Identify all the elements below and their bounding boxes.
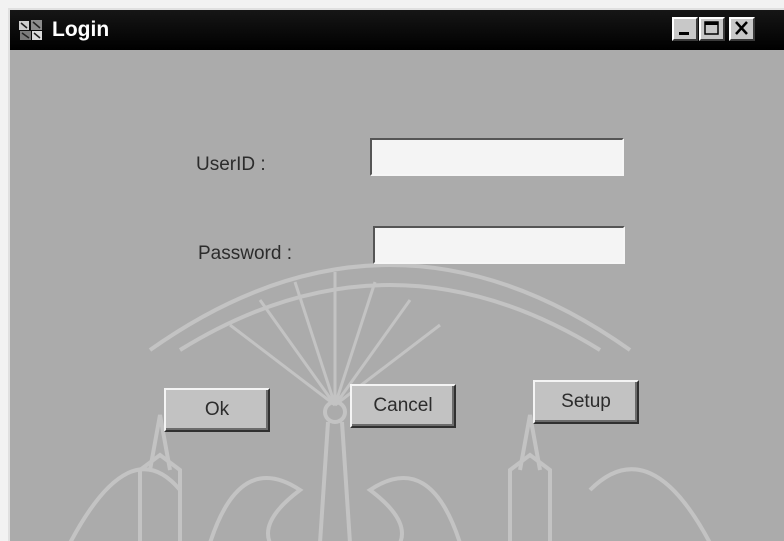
close-button[interactable] bbox=[729, 17, 755, 41]
userid-label: UserID : bbox=[196, 154, 266, 175]
ok-button[interactable]: Ok bbox=[164, 388, 270, 432]
maximize-icon bbox=[704, 21, 719, 35]
form-area: UserID : Password : Ok Cancel Setup bbox=[10, 50, 784, 541]
password-label: Password : bbox=[198, 243, 292, 264]
password-input[interactable] bbox=[373, 226, 625, 264]
setup-button[interactable]: Setup bbox=[533, 380, 639, 424]
university-seal-watermark bbox=[68, 263, 712, 541]
userid-input[interactable] bbox=[370, 138, 624, 176]
app-icon bbox=[19, 20, 42, 40]
login-window: Login UserID: Password: Ok Cancel Setu… bbox=[8, 8, 784, 541]
title-bar[interactable]: Login bbox=[10, 10, 784, 50]
close-icon bbox=[735, 21, 748, 35]
minimize-icon bbox=[679, 32, 689, 35]
maximize-button[interactable] bbox=[699, 17, 725, 41]
window-title: Login bbox=[52, 18, 110, 41]
cancel-button[interactable]: Cancel bbox=[350, 384, 456, 428]
minimize-button[interactable] bbox=[672, 17, 698, 41]
